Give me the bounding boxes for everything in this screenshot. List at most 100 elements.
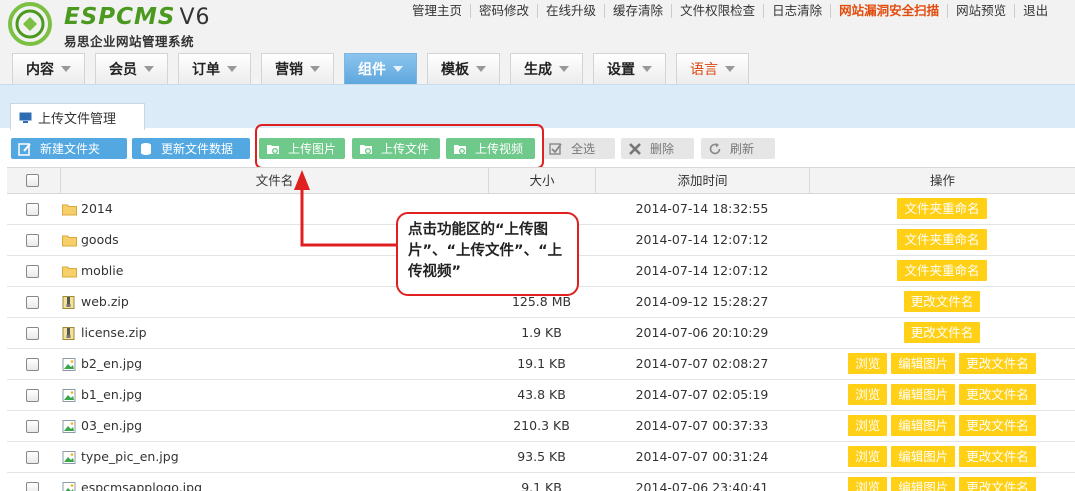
file-name-cell[interactable]: b2_en.jpg: [62, 349, 482, 379]
row-action-button[interactable]: 编辑图片: [891, 446, 956, 467]
zip-file-icon: [62, 295, 75, 309]
top-link-home[interactable]: 管理主页: [404, 4, 470, 18]
top-link-password[interactable]: 密码修改: [470, 4, 537, 18]
logo[interactable]: ESPCMS V6 易思企业网站管理系统: [6, 2, 226, 49]
row-action-button[interactable]: 文件夹重命名: [897, 229, 987, 250]
file-name[interactable]: web.zip: [81, 287, 129, 317]
row-action-button[interactable]: 文件夹重命名: [897, 198, 987, 219]
row-actions: 浏览 编辑图片 更改文件名: [809, 415, 1075, 437]
nav-tab-generate[interactable]: 生成: [510, 53, 583, 84]
tab-upload-file-manager[interactable]: 上传文件管理: [10, 103, 145, 130]
row-action-button[interactable]: 更改文件名: [959, 353, 1036, 374]
top-link-logout[interactable]: 退出: [1014, 4, 1056, 18]
new-folder-button[interactable]: 新建文件夹: [11, 138, 127, 159]
file-name-cell[interactable]: espcmsapplogo.jpg: [62, 473, 482, 491]
file-name-cell[interactable]: license.zip: [62, 318, 482, 348]
file-name-cell[interactable]: 03_en.jpg: [62, 411, 482, 441]
row-checkbox[interactable]: [26, 389, 39, 402]
row-action-button[interactable]: 编辑图片: [891, 353, 956, 374]
file-name[interactable]: 03_en.jpg: [81, 411, 142, 441]
table-row: b2_en.jpg 19.1 KB 2014-07-07 02:08:27 浏览 编辑图…: [7, 349, 1075, 380]
row-checkbox[interactable]: [26, 234, 39, 247]
nav-tab-marketing[interactable]: 营销: [261, 53, 334, 84]
row-checkbox[interactable]: [26, 327, 39, 340]
logo-mark-icon: [8, 2, 52, 46]
row-checkbox[interactable]: [26, 265, 39, 278]
row-checkbox[interactable]: [26, 203, 39, 216]
table-row: type_pic_en.jpg 93.5 KB 2014-07-07 00:31:2…: [7, 442, 1075, 473]
row-action-button[interactable]: 更改文件名: [959, 415, 1036, 436]
row-action-button[interactable]: 更改文件名: [959, 477, 1036, 491]
row-action-button[interactable]: 更改文件名: [959, 446, 1036, 467]
row-action-button[interactable]: 编辑图片: [891, 415, 956, 436]
top-link-clear-log[interactable]: 日志清除: [763, 4, 830, 18]
file-name[interactable]: license.zip: [81, 318, 147, 348]
file-time: 2014-07-06 23:40:41: [635, 480, 769, 491]
top-link-upgrade[interactable]: 在线升级: [537, 4, 604, 18]
file-name[interactable]: moblie: [81, 256, 123, 286]
file-name[interactable]: b1_en.jpg: [81, 380, 142, 410]
top-link-clear-cache[interactable]: 缓存清除: [604, 4, 671, 18]
nav-tab-template[interactable]: 模板: [427, 53, 500, 84]
chevron-down-icon: [642, 66, 652, 72]
header-size[interactable]: 大小: [488, 168, 595, 194]
file-name[interactable]: type_pic_en.jpg: [81, 442, 179, 472]
select-all-button[interactable]: 全选: [542, 138, 615, 159]
image-file-icon: [62, 357, 76, 371]
logo-text: ESPCMS V6: [64, 4, 211, 30]
refresh-button[interactable]: 刷新: [701, 138, 775, 159]
nav-tab-language[interactable]: 语言: [676, 53, 749, 84]
row-actions: 更改文件名: [809, 291, 1075, 313]
file-name-cell[interactable]: type_pic_en.jpg: [62, 442, 482, 472]
nav-tab-settings[interactable]: 设置: [593, 53, 666, 84]
file-name[interactable]: goods: [81, 225, 119, 255]
file-name[interactable]: espcmsapplogo.jpg: [81, 473, 202, 491]
file-size: 43.8 KB: [517, 387, 566, 402]
header-time[interactable]: 添加时间: [595, 168, 809, 194]
select-all-checkbox[interactable]: [26, 174, 39, 187]
chevron-down-icon: [393, 66, 403, 72]
nav-tab-order[interactable]: 订单: [178, 53, 251, 84]
row-action-button[interactable]: 更改文件名: [959, 384, 1036, 405]
row-actions: 浏览 编辑图片 更改文件名: [809, 384, 1075, 406]
file-time: 2014-07-07 00:31:24: [635, 449, 769, 464]
nav-tab-member[interactable]: 会员: [95, 53, 168, 84]
row-action-button[interactable]: 文件夹重命名: [897, 260, 987, 281]
header: ESPCMS V6 易思企业网站管理系统 管理主页 密码修改 在线升级 缓存清除 …: [0, 0, 1075, 90]
monitor-icon: [19, 112, 32, 123]
row-checkbox[interactable]: [26, 451, 39, 464]
folder-icon: [62, 235, 77, 246]
row-checkbox[interactable]: [26, 420, 39, 433]
row-checkbox[interactable]: [26, 358, 39, 371]
file-name-cell[interactable]: b1_en.jpg: [62, 380, 482, 410]
row-action-button[interactable]: 浏览: [848, 384, 888, 405]
file-size: 210.3 KB: [513, 418, 570, 433]
file-time: 2014-07-06 20:10:29: [635, 325, 769, 340]
row-action-button[interactable]: 浏览: [848, 353, 888, 374]
row-checkbox[interactable]: [26, 296, 39, 309]
nav-tab-component[interactable]: 组件: [344, 53, 417, 84]
folder-icon: [62, 266, 77, 277]
chevron-down-icon: [227, 66, 237, 72]
header-filename[interactable]: 文件名: [60, 168, 488, 194]
row-checkbox[interactable]: [26, 482, 39, 491]
row-actions: 文件夹重命名: [809, 198, 1075, 220]
row-action-button[interactable]: 编辑图片: [891, 477, 956, 491]
top-link-security-scan[interactable]: 网站漏洞安全扫描: [830, 4, 947, 18]
file-name[interactable]: b2_en.jpg: [81, 349, 142, 379]
row-action-button[interactable]: 浏览: [848, 477, 888, 491]
delete-button[interactable]: 删除: [621, 138, 694, 159]
edit-icon: [18, 142, 31, 156]
file-name[interactable]: 2014: [81, 194, 113, 224]
row-action-button[interactable]: 浏览: [848, 415, 888, 436]
row-actions: 浏览 编辑图片 更改文件名: [809, 477, 1075, 491]
row-action-button[interactable]: 更改文件名: [903, 291, 981, 312]
row-action-button[interactable]: 浏览: [848, 446, 888, 467]
top-link-preview[interactable]: 网站预览: [947, 4, 1014, 18]
table-header: 文件名 大小 添加时间 操作: [7, 167, 1075, 194]
update-file-data-button[interactable]: 更新文件数据: [132, 138, 250, 159]
row-action-button[interactable]: 更改文件名: [903, 322, 981, 343]
nav-tab-content[interactable]: 内容: [12, 53, 85, 84]
row-action-button[interactable]: 编辑图片: [891, 384, 956, 405]
top-link-permission-check[interactable]: 文件权限检查: [671, 4, 763, 18]
